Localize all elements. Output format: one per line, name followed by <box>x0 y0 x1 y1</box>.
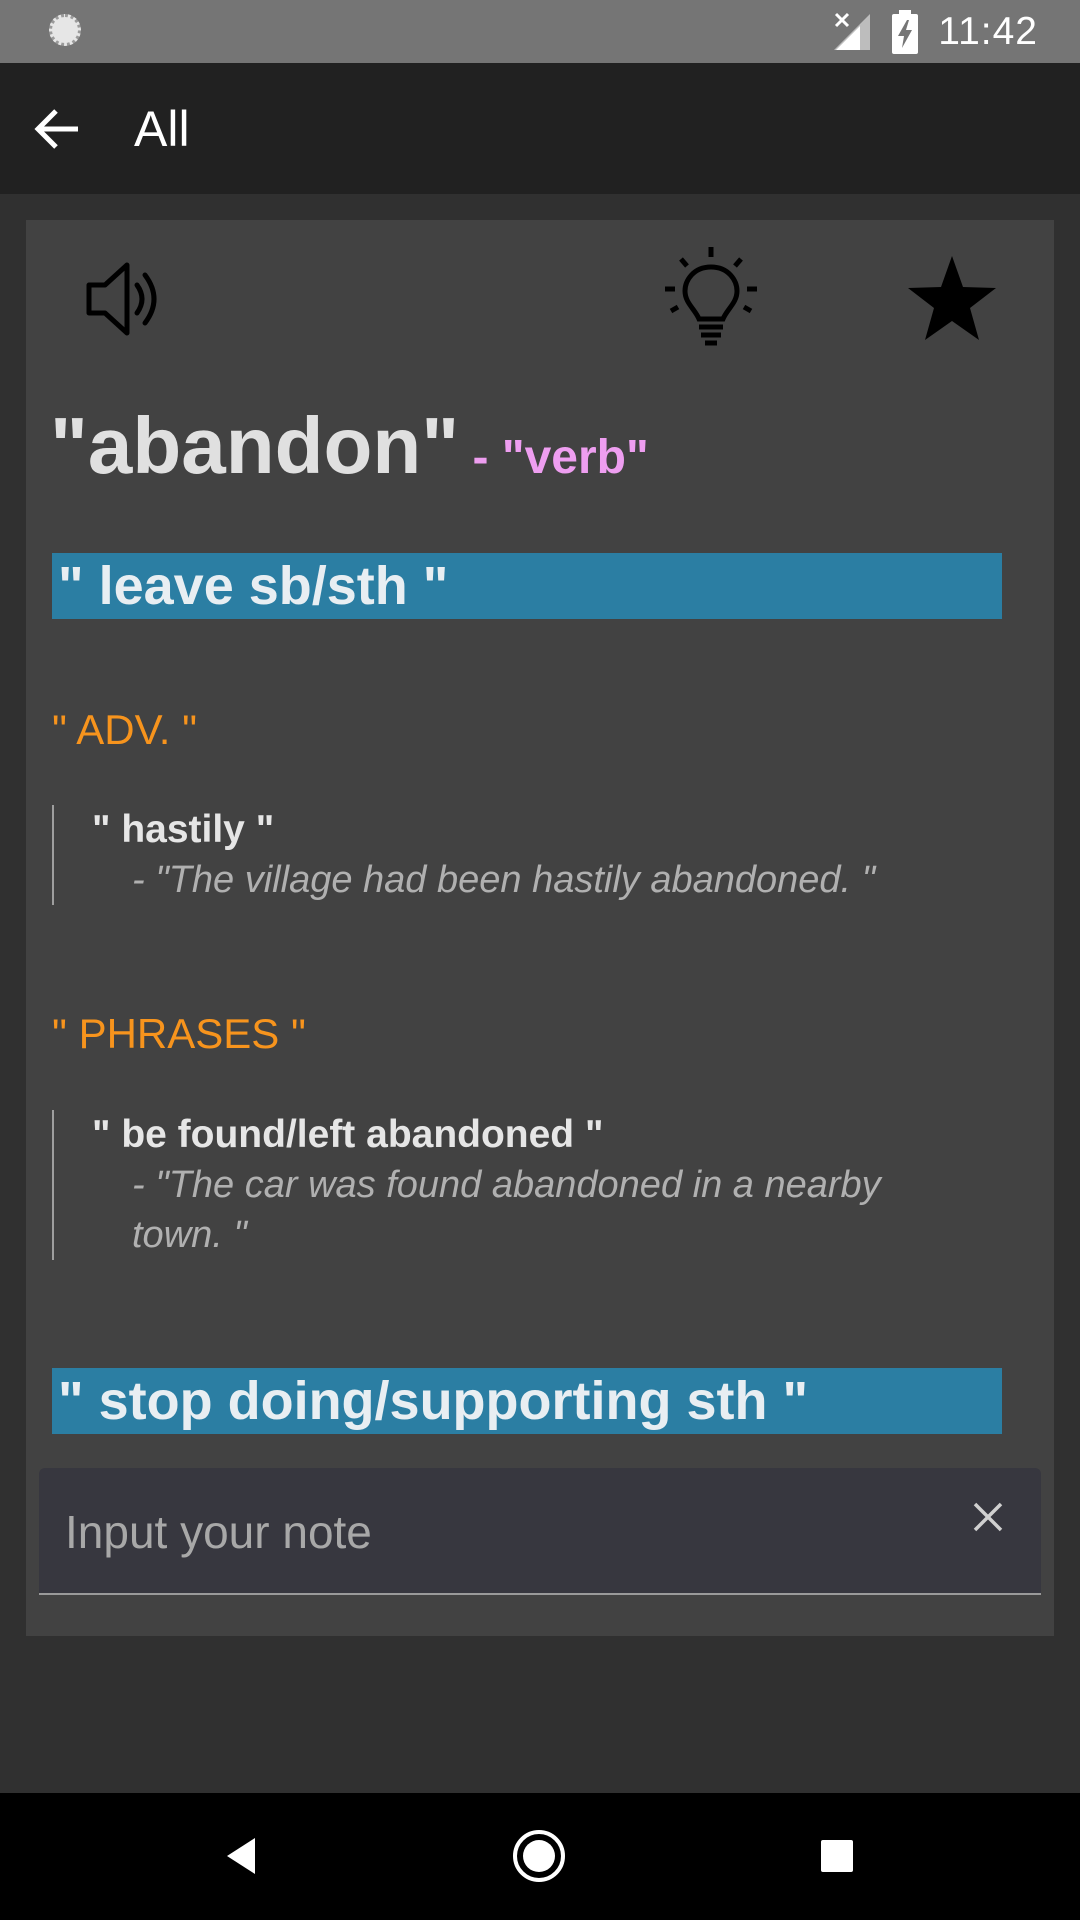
favorite-button[interactable] <box>902 248 1002 348</box>
speaker-icon <box>86 262 157 336</box>
note-input[interactable] <box>63 1496 947 1568</box>
note-field <box>39 1468 1041 1595</box>
nav-home-button[interactable] <box>506 1823 572 1889</box>
section-label-phrases: " PHRASES " <box>52 1010 306 1057</box>
star-icon <box>908 256 996 340</box>
clear-note-button[interactable] <box>965 1494 1011 1540</box>
sync-spinner-icon <box>49 14 81 46</box>
app-bar: All <box>0 63 1080 194</box>
arrow-back-icon <box>34 109 78 149</box>
example-text: - "The car was found abandoned in a near… <box>132 1164 881 1256</box>
square-recents-icon <box>821 1840 853 1872</box>
section-label-adv: " ADV. " <box>52 706 198 753</box>
nav-back-button[interactable] <box>208 1823 274 1889</box>
close-icon <box>973 1502 1003 1532</box>
back-button[interactable] <box>28 101 88 157</box>
status-bar: 11:42 <box>0 0 1080 63</box>
example-text: - "The village had been hastily abandone… <box>132 859 876 901</box>
sense-heading: " stop doing/supporting sth " <box>52 1368 1002 1434</box>
lightbulb-icon <box>665 247 757 346</box>
no-signal-icon <box>834 12 871 50</box>
page-title: All <box>134 101 190 157</box>
pronounce-button[interactable] <box>80 254 170 344</box>
home-circle-icon <box>513 1830 565 1882</box>
system-nav-bar <box>0 1793 1080 1920</box>
status-icons: 11:42 <box>832 8 1038 56</box>
battery-charging-icon <box>892 10 919 54</box>
nav-recents-button[interactable] <box>804 1823 870 1889</box>
triangle-back-icon <box>227 1838 255 1874</box>
collocation-text: " hastily " <box>92 808 275 851</box>
sense-heading: " leave sb/sth " <box>52 553 1002 619</box>
hint-button[interactable] <box>662 244 760 354</box>
word-text: "abandon" <box>50 401 460 490</box>
headword: "abandon" - "verb" <box>50 400 649 492</box>
status-time: 11:42 <box>938 10 1038 53</box>
word-card: "abandon" - "verb" " leave sb/sth " " AD… <box>26 220 1054 1636</box>
collocation-entry: " hastily " - "The village had been hast… <box>52 805 982 905</box>
collocation-text: " be found/left abandoned " <box>92 1113 604 1156</box>
part-of-speech: - "verb" <box>459 431 649 484</box>
collocation-entry: " be found/left abandoned " - "The car w… <box>52 1110 982 1260</box>
